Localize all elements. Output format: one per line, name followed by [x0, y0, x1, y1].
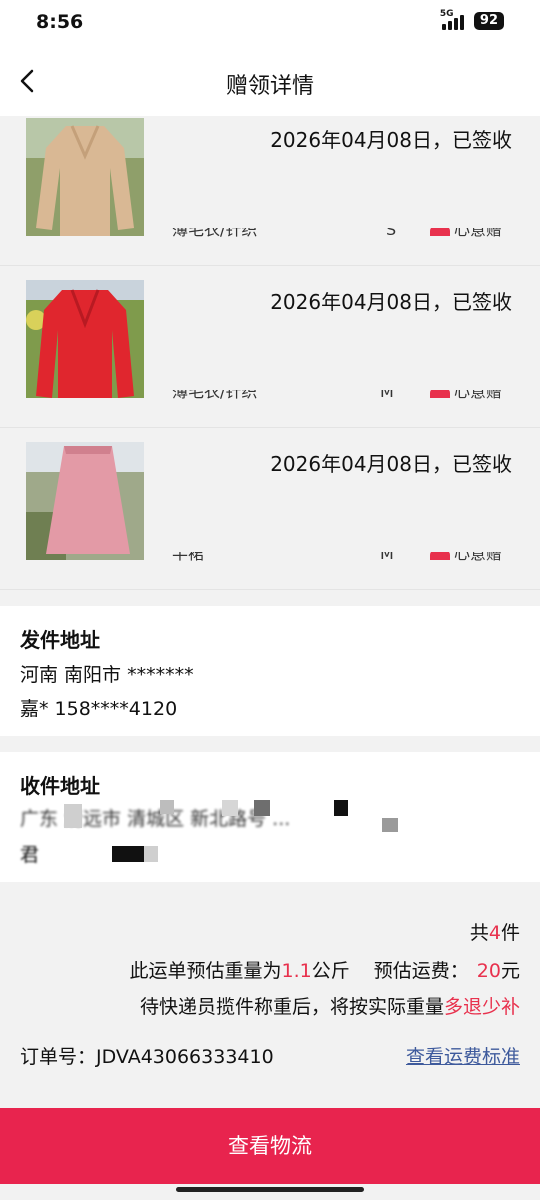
list-item[interactable]: 2026年04月08日，已签收 薄毛衣/针织 M 心意赠 — [0, 266, 540, 428]
weight-fee-line: 此运单预估重量为1.1公斤 预估运费： 20元 — [129, 960, 520, 982]
network-label: 5G — [439, 9, 454, 19]
item-category: 半裙 — [172, 552, 205, 562]
order-number: 订单号：JDVA43066333410 — [20, 1046, 274, 1068]
item-tag: 心意赠 — [454, 552, 503, 562]
item-meta: 薄毛衣/针织 S 心意赠 — [172, 228, 512, 238]
shipping-summary: 共4件 此运单预估重量为1.1公斤 预估运费： 20元 待快递员揽件称重后，将按实际… — [0, 882, 540, 1108]
sweater-image — [26, 280, 144, 398]
item-size: M — [380, 390, 394, 400]
heart-icon — [430, 552, 450, 560]
item-tag: 心意赠 — [454, 390, 503, 400]
item-image — [26, 442, 144, 560]
heart-icon — [430, 228, 450, 236]
redaction-block — [112, 846, 144, 862]
redaction-block — [160, 800, 174, 814]
battery-icon: 92 — [473, 12, 504, 30]
heart-icon — [430, 390, 450, 398]
redaction-block — [144, 846, 158, 862]
page-title: 赠领详情 — [225, 74, 314, 99]
item-category: 薄毛衣/针织 — [172, 228, 258, 238]
item-category: 薄毛衣/针织 — [172, 390, 258, 400]
item-meta: 薄毛衣/针织 M 心意赠 — [172, 390, 512, 400]
status-time: 8:56 — [36, 11, 84, 33]
item-list: 2026年04月08日，已签收 薄毛衣/针织 S 心意赠 2026年04月08日… — [0, 116, 540, 604]
home-indicator — [176, 1187, 364, 1192]
view-logistics-button[interactable]: 查看物流 — [0, 1108, 540, 1184]
header: 赠领详情 — [0, 46, 540, 116]
list-item[interactable]: 2026年04月08日，已签收 薄毛衣/针织 S 心意赠 — [0, 116, 540, 266]
weight-notice: 待快递员揽件称重后，将按实际重量多退少补 — [139, 996, 520, 1018]
item-size: S — [386, 228, 397, 238]
item-size: M — [380, 552, 394, 562]
status-icons: 5G 92 — [439, 9, 504, 30]
status-bar: 8:56 5G 92 — [0, 0, 540, 46]
sender-address: 河南 南阳市 ******* — [20, 664, 194, 686]
signal-icon: 5G — [439, 9, 468, 30]
receiver-contact: 君 — [20, 844, 40, 866]
item-date-status: 2026年04月08日，已签收 — [270, 128, 512, 152]
receiver-section: 收件地址 广东 清远市 清城区 新北路号 ... 君 — [0, 752, 540, 882]
sender-title: 发件地址 — [20, 628, 100, 652]
redaction-block — [382, 818, 398, 832]
list-item[interactable]: 2026年04月08日，已签收 半裙 M 心意赠 — [0, 428, 540, 590]
redaction-block — [64, 804, 82, 828]
sweater-image — [26, 118, 144, 236]
sender-section: 发件地址 河南 南阳市 ******* 嘉* 158****4120 — [0, 606, 540, 736]
item-tag: 心意赠 — [454, 228, 503, 238]
skirt-image — [26, 442, 144, 560]
redaction-block — [334, 800, 348, 816]
item-date-status: 2026年04月08日，已签收 — [270, 290, 512, 314]
item-image — [26, 280, 144, 398]
sender-contact: 嘉* 158****4120 — [20, 698, 178, 720]
item-date-status: 2026年04月08日，已签收 — [270, 452, 512, 476]
redaction-block — [222, 800, 238, 816]
item-meta: 半裙 M 心意赠 — [172, 552, 512, 562]
fee-standard-link[interactable]: 查看运费标准 — [406, 1042, 520, 1069]
receiver-title: 收件地址 — [20, 774, 100, 798]
item-count: 共4件 — [469, 922, 520, 944]
redaction-block — [254, 800, 270, 816]
item-image — [26, 118, 144, 236]
